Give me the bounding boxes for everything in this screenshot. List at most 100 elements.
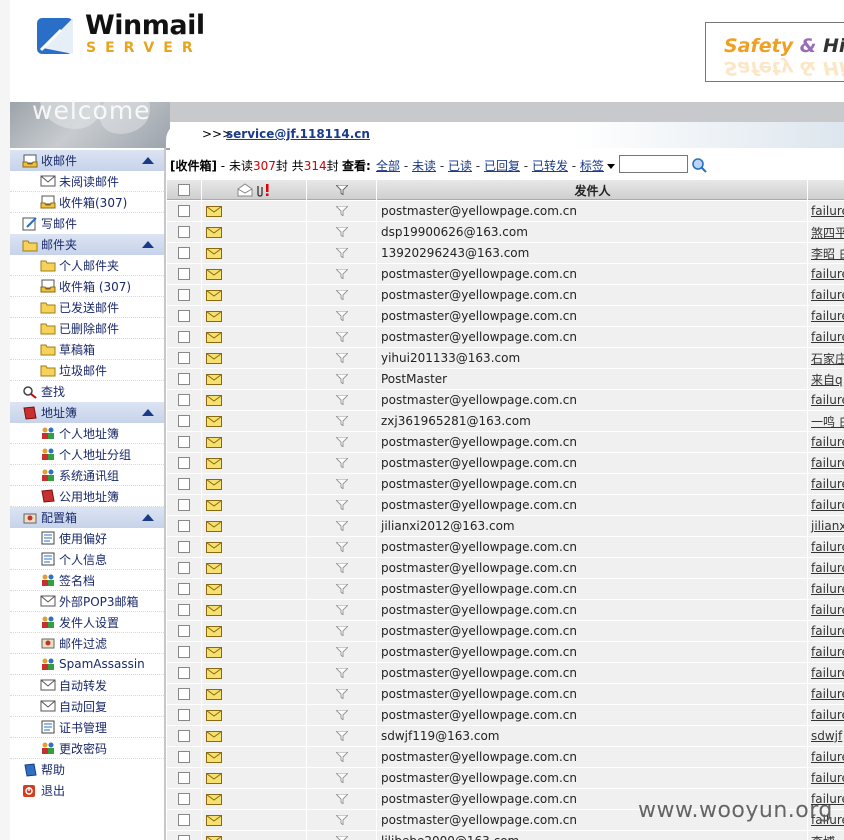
table-row[interactable]: postmaster@yellowpage.com.cnfailure (167, 705, 844, 726)
row-checkbox[interactable] (178, 604, 190, 616)
subject-link[interactable]: failure (809, 642, 844, 662)
subject-link[interactable]: jilianx (809, 516, 844, 536)
sidebar-item[interactable]: 证书管理 (10, 717, 164, 738)
flag-icon[interactable] (336, 815, 348, 825)
flag-icon[interactable] (336, 647, 348, 657)
subject-link[interactable]: 李昭 白 (809, 243, 844, 263)
sidebar-item[interactable]: 使用偏好 (10, 528, 164, 549)
row-checkbox[interactable] (178, 310, 190, 322)
sidebar-item[interactable]: 发件人设置 (10, 612, 164, 633)
subject-link[interactable]: failure (809, 201, 844, 221)
row-checkbox[interactable] (178, 331, 190, 343)
row-checkbox[interactable] (178, 352, 190, 364)
filter-all-link[interactable]: 全部 (376, 159, 400, 173)
sidebar-item[interactable]: 草稿箱 (10, 339, 164, 360)
table-row[interactable]: postmaster@yellowpage.com.cnfailure (167, 474, 844, 495)
flag-icon[interactable] (336, 311, 348, 321)
flag-icon[interactable] (336, 794, 348, 804)
row-checkbox[interactable] (178, 814, 190, 826)
flag-icon[interactable] (336, 416, 348, 426)
flag-icon[interactable] (336, 689, 348, 699)
subject-link[interactable]: failure (809, 747, 844, 767)
table-row[interactable]: yihui201133@163.com 石家庄 (167, 348, 844, 369)
table-row[interactable]: postmaster@yellowpage.com.cnfailure (167, 768, 844, 789)
filter-forwarded-link[interactable]: 已转发 (532, 159, 568, 173)
table-row[interactable]: postmaster@yellowpage.com.cnfailure (167, 390, 844, 411)
row-checkbox[interactable] (178, 415, 190, 427)
flag-icon[interactable] (336, 836, 348, 840)
search-input[interactable] (619, 155, 688, 173)
table-row[interactable]: postmaster@yellowpage.com.cnfailure (167, 201, 844, 222)
table-row[interactable]: postmaster@yellowpage.com.cnfailure (167, 558, 844, 579)
subject-link[interactable]: failure (809, 432, 844, 452)
table-row[interactable]: postmaster@yellowpage.com.cnfailure (167, 264, 844, 285)
subject-link[interactable]: failure (809, 285, 844, 305)
flag-icon[interactable] (336, 668, 348, 678)
row-checkbox[interactable] (178, 205, 190, 217)
flag-icon[interactable] (336, 773, 348, 783)
subject-link[interactable]: failure (809, 768, 844, 788)
table-row[interactable]: lilibebe2000@163.com李博 (167, 831, 844, 840)
row-checkbox[interactable] (178, 751, 190, 763)
flag-icon[interactable] (336, 248, 348, 258)
sidebar-item[interactable]: 自动回复 (10, 696, 164, 717)
row-checkbox[interactable] (178, 793, 190, 805)
table-row[interactable]: postmaster@yellowpage.com.cnfailure (167, 495, 844, 516)
flag-icon[interactable] (336, 269, 348, 279)
flag-icon[interactable] (336, 752, 348, 762)
row-checkbox[interactable] (178, 289, 190, 301)
sidebar-item[interactable]: 收件箱 (307) (10, 276, 164, 297)
row-checkbox[interactable] (178, 520, 190, 532)
row-checkbox[interactable] (178, 667, 190, 679)
row-checkbox[interactable] (178, 247, 190, 259)
collapse-arrow-icon[interactable] (142, 409, 154, 416)
table-row[interactable]: postmaster@yellowpage.com.cnfailure (167, 600, 844, 621)
subject-link[interactable]: failure (809, 495, 844, 515)
collapse-arrow-icon[interactable] (142, 241, 154, 248)
sidebar-item[interactable]: 垃圾邮件 (10, 360, 164, 381)
sidebar-item[interactable]: 外部POP3邮箱 (10, 591, 164, 612)
subject-link[interactable]: failure (809, 579, 844, 599)
row-checkbox[interactable] (178, 625, 190, 637)
tags-dropdown-icon[interactable] (606, 164, 615, 169)
table-row[interactable]: postmaster@yellowpage.com.cnfailure (167, 684, 844, 705)
sidebar-item[interactable]: 帮助 (10, 759, 164, 780)
filter-tags-link[interactable]: 标签 (580, 159, 604, 173)
row-checkbox[interactable] (178, 478, 190, 490)
flag-icon[interactable] (336, 437, 348, 447)
flag-icon[interactable] (336, 521, 348, 531)
subject-link[interactable]: failure (809, 327, 844, 347)
sidebar-item[interactable]: 写邮件 (10, 213, 164, 234)
subject-link[interactable]: failure (809, 558, 844, 578)
table-row[interactable]: postmaster@yellowpage.com.cnfailure (167, 453, 844, 474)
subject-link[interactable]: failure (809, 453, 844, 473)
collapse-arrow-icon[interactable] (142, 514, 154, 521)
subject-link[interactable]: 李博 (809, 831, 844, 840)
subject-link[interactable]: 煞四平 (809, 222, 844, 242)
sidebar-item[interactable]: 已删除邮件 (10, 318, 164, 339)
row-checkbox[interactable] (178, 226, 190, 238)
sidebar-item[interactable]: 退出 (10, 780, 164, 801)
sidebar-item[interactable]: 邮件过滤 (10, 633, 164, 654)
row-checkbox[interactable] (178, 373, 190, 385)
subject-link[interactable]: failure (809, 390, 844, 410)
sidebar-item[interactable]: 签名档 (10, 570, 164, 591)
account-email-link[interactable]: service@jf.118114.cn (226, 127, 370, 141)
subject-link[interactable]: failure (809, 663, 844, 683)
sidebar-item[interactable]: 收件箱(307) (10, 192, 164, 213)
sidebar-item[interactable]: 已发送邮件 (10, 297, 164, 318)
row-checkbox[interactable] (178, 709, 190, 721)
row-checkbox[interactable] (178, 835, 190, 840)
table-row[interactable]: sdwjf119@163.com sdwjf (167, 726, 844, 747)
sidebar-item[interactable]: 个人信息 (10, 549, 164, 570)
row-checkbox[interactable] (178, 436, 190, 448)
subject-link[interactable]: failure (809, 621, 844, 641)
row-checkbox[interactable] (178, 541, 190, 553)
row-checkbox[interactable] (178, 457, 190, 469)
search-icon[interactable] (691, 157, 707, 173)
filter-unread-link[interactable]: 未读 (412, 159, 436, 173)
subject-link[interactable]: failure (809, 684, 844, 704)
sidebar-item[interactable]: 个人邮件夹 (10, 255, 164, 276)
table-row[interactable]: postmaster@yellowpage.com.cnfailure (167, 432, 844, 453)
table-row[interactable]: postmaster@yellowpage.com.cnfailure (167, 663, 844, 684)
